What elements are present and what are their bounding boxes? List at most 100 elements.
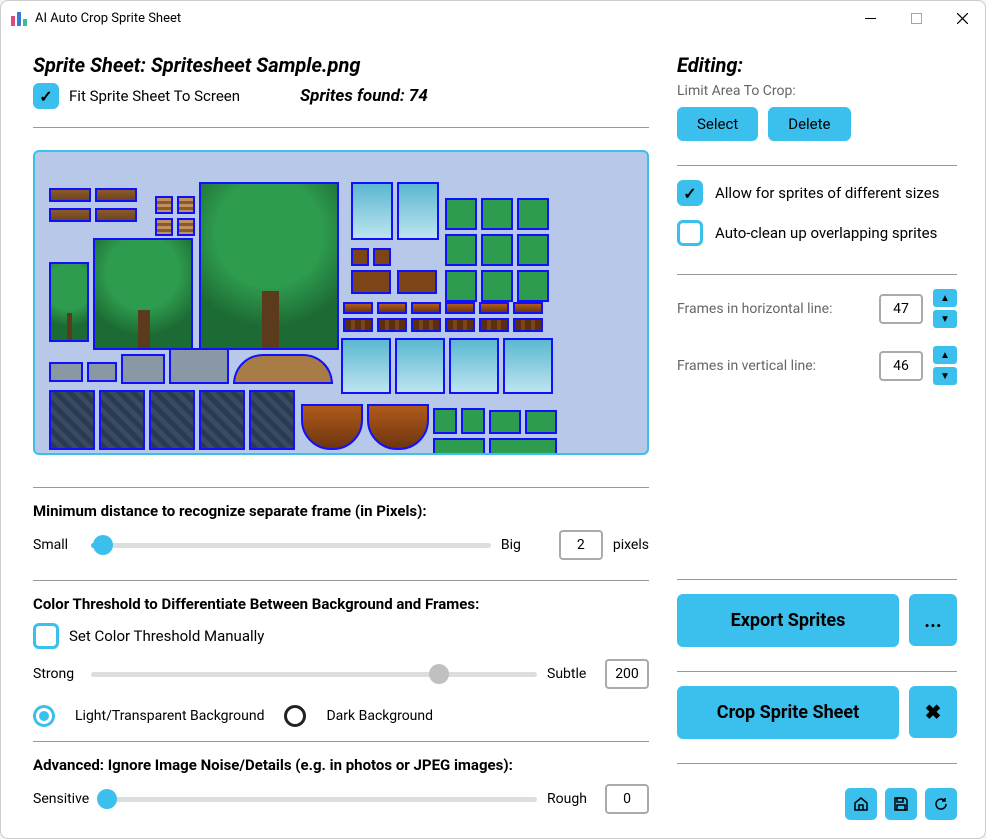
sprite-box[interactable] bbox=[377, 302, 407, 314]
maximize-button[interactable] bbox=[893, 2, 939, 34]
sprite-box[interactable] bbox=[95, 188, 137, 202]
sprite-box[interactable] bbox=[343, 318, 373, 332]
sprite-box[interactable] bbox=[121, 354, 165, 384]
divider bbox=[677, 165, 957, 166]
sprite-box[interactable] bbox=[155, 218, 173, 236]
sprite-box[interactable] bbox=[377, 318, 407, 332]
sprite-box[interactable] bbox=[155, 196, 173, 214]
sprite-box[interactable] bbox=[233, 354, 333, 384]
threshold-manual-checkbox[interactable] bbox=[33, 623, 59, 649]
sprite-box[interactable] bbox=[93, 238, 193, 350]
sprite-box[interactable] bbox=[49, 208, 91, 222]
frames-h-down[interactable]: ▼ bbox=[933, 310, 957, 328]
sprite-box[interactable] bbox=[49, 390, 95, 450]
light-bg-radio[interactable] bbox=[33, 705, 55, 727]
sprite-box[interactable] bbox=[481, 270, 513, 302]
sprite-box[interactable] bbox=[301, 404, 363, 450]
sprite-box[interactable] bbox=[149, 390, 195, 450]
sprite-box[interactable] bbox=[479, 318, 509, 332]
sprite-box[interactable] bbox=[49, 262, 89, 342]
frames-v-stepper: ▲ ▼ bbox=[933, 346, 957, 385]
threshold-value[interactable]: 200 bbox=[605, 659, 649, 689]
sprite-box[interactable] bbox=[351, 248, 369, 266]
sprite-box[interactable] bbox=[479, 302, 509, 314]
frames-h-up[interactable]: ▲ bbox=[933, 289, 957, 307]
spritesheet-preview[interactable] bbox=[33, 150, 649, 455]
sprite-box[interactable] bbox=[489, 410, 521, 434]
sprite-box[interactable] bbox=[395, 338, 445, 394]
sprite-box[interactable] bbox=[411, 302, 441, 314]
threshold-slider[interactable] bbox=[91, 664, 537, 684]
sprite-box[interactable] bbox=[373, 248, 391, 266]
distance-slider[interactable] bbox=[91, 535, 491, 555]
sprite-box[interactable] bbox=[525, 410, 557, 434]
sprite-box[interactable] bbox=[397, 182, 439, 240]
frames-v-value[interactable]: 46 bbox=[879, 351, 923, 381]
frames-h-stepper: ▲ ▼ bbox=[933, 289, 957, 328]
fit-checkbox[interactable] bbox=[33, 83, 59, 109]
sprite-box[interactable] bbox=[99, 390, 145, 450]
sprite-box[interactable] bbox=[445, 302, 475, 314]
noise-slider[interactable] bbox=[103, 789, 537, 809]
export-row: Export Sprites ... bbox=[677, 594, 957, 647]
sprite-box[interactable] bbox=[343, 302, 373, 314]
frames-h-value[interactable]: 47 bbox=[879, 294, 923, 324]
sprite-box[interactable] bbox=[503, 338, 553, 394]
sprite-box[interactable] bbox=[481, 198, 513, 230]
allow-diff-checkbox[interactable] bbox=[677, 180, 703, 206]
select-button[interactable]: Select bbox=[677, 107, 758, 141]
close-button[interactable] bbox=[939, 2, 985, 34]
export-more-button[interactable]: ... bbox=[909, 594, 957, 646]
sprite-box[interactable] bbox=[49, 362, 83, 382]
noise-value[interactable]: 0 bbox=[605, 784, 649, 814]
sprite-box[interactable] bbox=[95, 208, 137, 222]
sprite-box[interactable] bbox=[433, 438, 485, 455]
sprite-box[interactable] bbox=[517, 270, 549, 302]
export-button[interactable]: Export Sprites bbox=[677, 594, 899, 647]
sprite-box[interactable] bbox=[177, 218, 195, 236]
save-icon[interactable] bbox=[885, 788, 917, 820]
crop-cancel-button[interactable]: ✖ bbox=[909, 686, 957, 738]
limit-label: Limit Area To Crop: bbox=[677, 83, 957, 99]
sprite-box[interactable] bbox=[445, 318, 475, 332]
dark-bg-radio[interactable] bbox=[284, 705, 306, 727]
sprite-box[interactable] bbox=[177, 196, 195, 214]
sprite-box[interactable] bbox=[449, 338, 499, 394]
sprite-box[interactable] bbox=[199, 390, 245, 450]
sprite-box[interactable] bbox=[249, 390, 295, 450]
sprite-box[interactable] bbox=[87, 362, 117, 382]
sprite-box[interactable] bbox=[351, 182, 393, 240]
sprite-box[interactable] bbox=[433, 408, 457, 434]
home-icon[interactable] bbox=[845, 788, 877, 820]
sprite-box[interactable] bbox=[445, 198, 477, 230]
frames-v-up[interactable]: ▲ bbox=[933, 346, 957, 364]
sprite-box[interactable] bbox=[351, 270, 391, 294]
minimize-button[interactable] bbox=[847, 2, 893, 34]
autoclean-label: Auto-clean up overlapping sprites bbox=[715, 224, 937, 242]
divider bbox=[677, 671, 957, 672]
sheet-heading: Sprite Sheet: Spritesheet Sample.png bbox=[33, 53, 649, 77]
sprite-box[interactable] bbox=[461, 408, 485, 434]
sprite-box[interactable] bbox=[367, 404, 429, 450]
sprite-box[interactable] bbox=[517, 234, 549, 266]
refresh-icon[interactable] bbox=[925, 788, 957, 820]
sprite-box[interactable] bbox=[49, 188, 91, 202]
sprite-box[interactable] bbox=[445, 234, 477, 266]
distance-slider-row: Small Big 2 pixels bbox=[33, 530, 649, 560]
sprite-box[interactable] bbox=[169, 348, 229, 384]
sprite-box[interactable] bbox=[481, 234, 513, 266]
crop-button[interactable]: Crop Sprite Sheet bbox=[677, 686, 899, 739]
sprite-box[interactable] bbox=[517, 198, 549, 230]
sprite-box[interactable] bbox=[341, 338, 391, 394]
sprite-box[interactable] bbox=[199, 182, 339, 350]
sprite-box[interactable] bbox=[411, 318, 441, 332]
distance-value[interactable]: 2 bbox=[559, 530, 603, 560]
sprite-box[interactable] bbox=[445, 270, 477, 302]
frames-v-down[interactable]: ▼ bbox=[933, 367, 957, 385]
delete-button[interactable]: Delete bbox=[768, 107, 850, 141]
sprite-box[interactable] bbox=[397, 270, 437, 294]
autoclean-checkbox[interactable] bbox=[677, 220, 703, 246]
sprite-box[interactable] bbox=[513, 318, 543, 332]
sprite-box[interactable] bbox=[489, 438, 557, 455]
sprite-box[interactable] bbox=[513, 302, 543, 314]
